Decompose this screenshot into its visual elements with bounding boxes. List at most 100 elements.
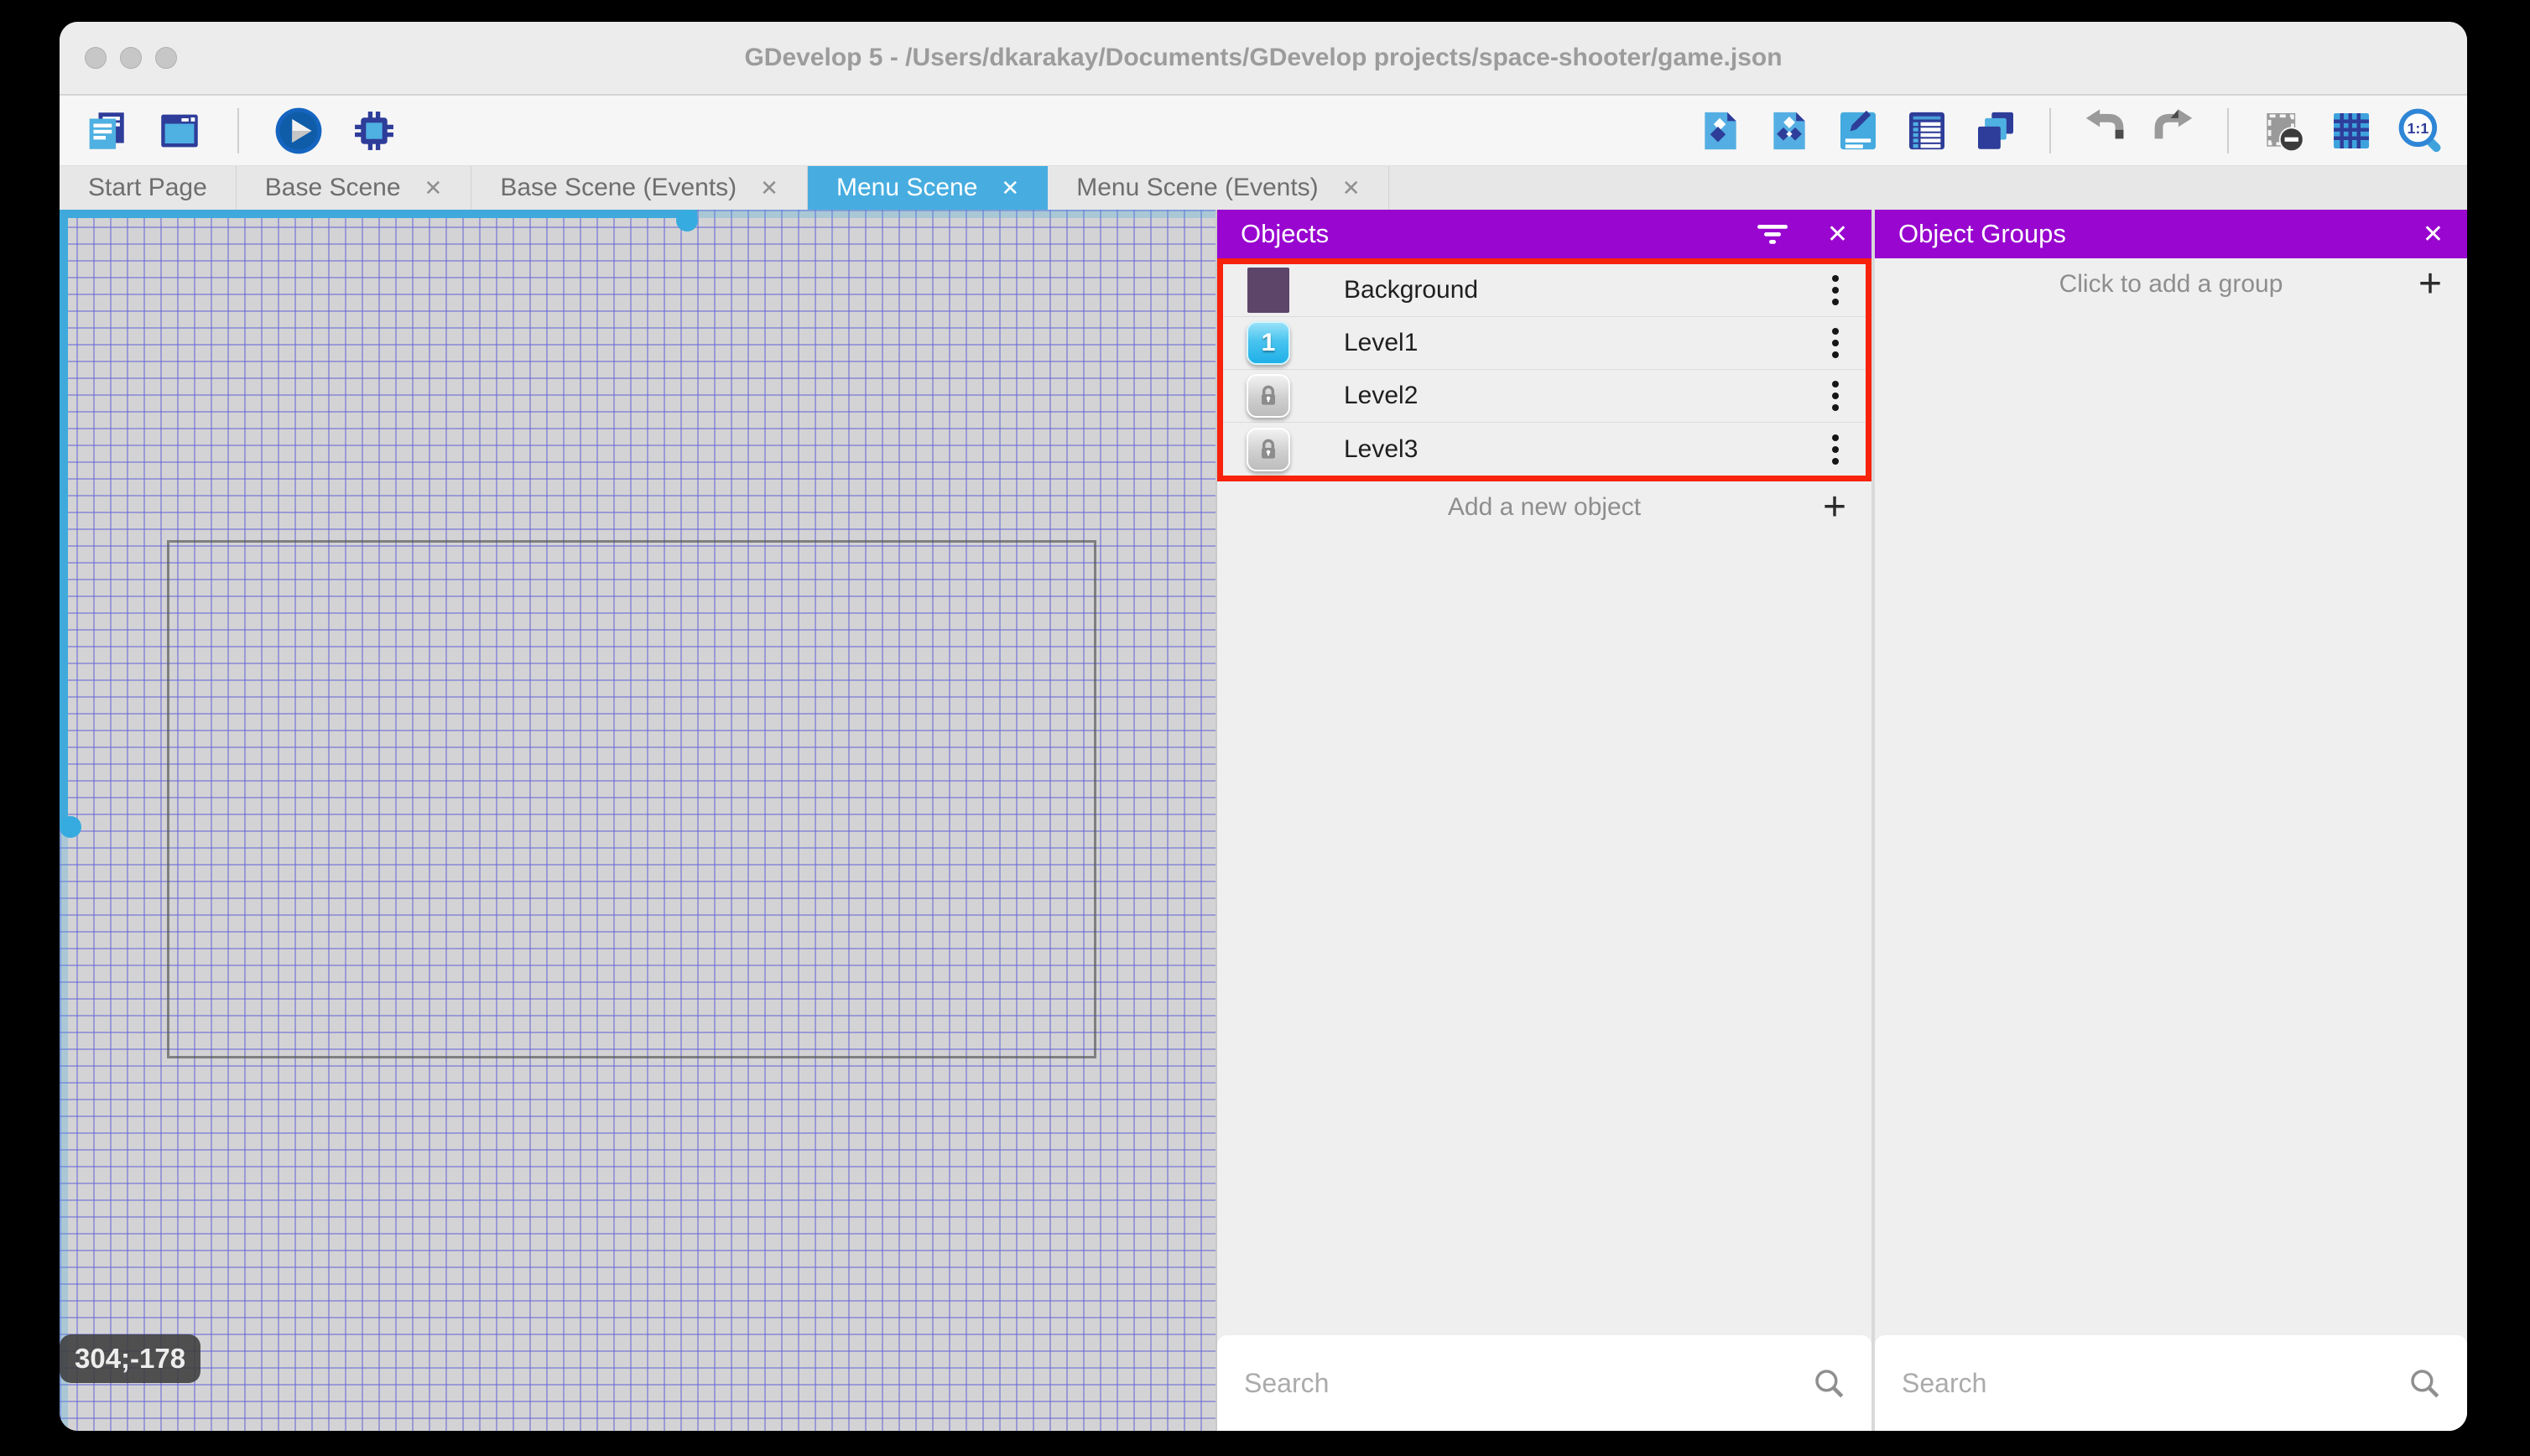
redo-button[interactable] [2150, 107, 2197, 154]
tab-label: Menu Scene [836, 174, 978, 201]
cursor-coordinates-badge: 304;-178 [60, 1334, 201, 1383]
redo-icon [2154, 108, 2193, 138]
lock-icon [1262, 439, 1275, 459]
add-group-label: Click to add a group [2059, 270, 2283, 298]
object-groups-toolbar-button[interactable] [1766, 107, 1813, 154]
traffic-lights [85, 22, 177, 94]
project-manager-button[interactable] [81, 107, 130, 155]
object-label: Background [1344, 276, 1479, 304]
object-menu-kebab-icon[interactable] [1827, 270, 1844, 310]
close-panel-icon[interactable]: ✕ [2423, 220, 2444, 249]
close-tab-icon[interactable]: ✕ [424, 175, 443, 201]
tab-base-scene-events[interactable]: Base Scene (Events) ✕ [471, 166, 808, 210]
object-row-background[interactable]: Background [1223, 264, 1866, 317]
tab-start-page[interactable]: Start Page [60, 166, 237, 210]
edit-properties-toolbar-button[interactable] [1835, 107, 1882, 154]
toolbar-separator [237, 107, 239, 153]
object-label: Level1 [1344, 329, 1419, 356]
grid-button[interactable] [2328, 107, 2375, 154]
object-groups-panel-title: Object Groups [1898, 219, 2066, 248]
toggle-mask-button[interactable] [2259, 107, 2306, 154]
zoom-1-1-button[interactable]: 1:1 [2397, 107, 2445, 155]
add-object-toolbar-button[interactable] [1697, 107, 1744, 154]
zoom-1-1-icon: 1:1 [2398, 108, 2441, 152]
grid-icon [2334, 112, 2369, 148]
close-tab-icon[interactable]: ✕ [1001, 175, 1019, 201]
object-row-level3[interactable]: Level3 [1223, 423, 1866, 476]
horizontal-scrollbar-fill [60, 210, 697, 218]
preview-window-button[interactable] [155, 107, 204, 155]
undo-icon [2085, 108, 2124, 138]
scene-editor-canvas[interactable]: 304;-178 [60, 210, 1216, 1431]
undo-button[interactable] [2081, 107, 2128, 154]
instances-list-toolbar-button[interactable] [1903, 107, 1950, 154]
tab-bar: Start Page Base Scene ✕ Base Scene (Even… [60, 166, 2467, 210]
locked-level-button-icon [1245, 427, 1292, 471]
objects-panel: Objects ✕ Background 1 Level1 Level2 Lev… [1217, 210, 1871, 1431]
object-groups-panel: Object Groups ✕ Click to add a group + [1875, 210, 2467, 1431]
toolbar: 1:1 [60, 96, 2467, 166]
play-icon [275, 107, 322, 153]
object-menu-kebab-icon[interactable] [1827, 323, 1844, 363]
maximize-window-button[interactable] [155, 47, 177, 69]
toggle-mask-icon [2267, 112, 2304, 152]
tab-menu-scene[interactable]: Menu Scene ✕ [807, 166, 1049, 210]
tab-label: Start Page [88, 174, 207, 201]
locked-level-button-icon [1245, 374, 1292, 418]
background-color-swatch [1245, 268, 1292, 313]
object-menu-kebab-icon[interactable] [1827, 376, 1844, 416]
object-groups-icon [1773, 112, 1805, 149]
search-icon [2411, 1370, 2439, 1398]
close-tab-icon[interactable]: ✕ [760, 175, 778, 201]
objects-search-bar [1217, 1335, 1871, 1431]
object-row-level1[interactable]: 1 Level1 [1223, 317, 1866, 370]
minimize-window-button[interactable] [120, 47, 142, 69]
layers-icon [1978, 112, 2013, 149]
add-object-icon [1705, 112, 1736, 149]
object-groups-panel-header: Object Groups ✕ [1875, 210, 2467, 258]
add-new-object-button[interactable]: Add a new object + [1217, 481, 1871, 533]
horizontal-scrollbar-thumb[interactable] [676, 210, 698, 231]
toolbar-separator [2227, 107, 2229, 153]
object-label: Level2 [1344, 382, 1419, 409]
debug-icon [355, 111, 393, 150]
objects-panel-title: Objects [1241, 219, 1330, 248]
svg-text:1:1: 1:1 [2407, 119, 2428, 136]
close-panel-icon[interactable]: ✕ [1827, 220, 1848, 249]
tab-label: Menu Scene (Events) [1076, 174, 1319, 201]
instances-list-icon [1909, 112, 1944, 149]
tab-base-scene[interactable]: Base Scene ✕ [237, 166, 472, 210]
objects-panel-header: Objects ✕ [1217, 210, 1871, 258]
object-label: Level3 [1344, 434, 1419, 463]
layers-toolbar-button[interactable] [1972, 107, 2019, 154]
vertical-scrollbar-thumb[interactable] [60, 816, 81, 838]
object-menu-kebab-icon[interactable] [1827, 429, 1844, 470]
search-icon [1815, 1370, 1844, 1398]
window-title: GDevelop 5 - /Users/dkarakay/Documents/G… [744, 44, 1783, 71]
preview-window-icon [161, 114, 198, 147]
add-group-button[interactable]: Click to add a group + [1875, 258, 2467, 310]
vertical-scrollbar-fill [60, 210, 68, 826]
objects-list-highlighted: Background 1 Level1 Level2 Level3 [1217, 258, 1871, 481]
debug-button[interactable] [350, 107, 398, 155]
lock-icon [1262, 385, 1275, 405]
plus-icon[interactable]: + [2418, 264, 2442, 304]
close-tab-icon[interactable]: ✕ [1342, 175, 1361, 201]
filter-icon[interactable] [1755, 221, 1790, 247]
objects-search-input[interactable] [1242, 1366, 1811, 1400]
close-window-button[interactable] [85, 47, 107, 69]
level1-button-icon: 1 [1245, 321, 1292, 365]
tab-label: Base Scene [264, 174, 401, 201]
plus-icon[interactable]: + [1823, 487, 1846, 528]
tab-menu-scene-events[interactable]: Menu Scene (Events) ✕ [1048, 166, 1390, 210]
titlebar: GDevelop 5 - /Users/dkarakay/Documents/G… [60, 22, 2467, 96]
project-manager-icon [89, 112, 124, 149]
app-window: GDevelop 5 - /Users/dkarakay/Documents/G… [60, 22, 2467, 1431]
edit-properties-icon [1840, 110, 1876, 149]
object-row-level2[interactable]: Level2 [1223, 370, 1866, 423]
toolbar-separator [2049, 107, 2051, 153]
add-new-object-label: Add a new object [1447, 493, 1642, 521]
groups-search-input[interactable] [1900, 1366, 2407, 1400]
play-button[interactable] [273, 105, 325, 157]
scene-window-frame [167, 540, 1096, 1058]
